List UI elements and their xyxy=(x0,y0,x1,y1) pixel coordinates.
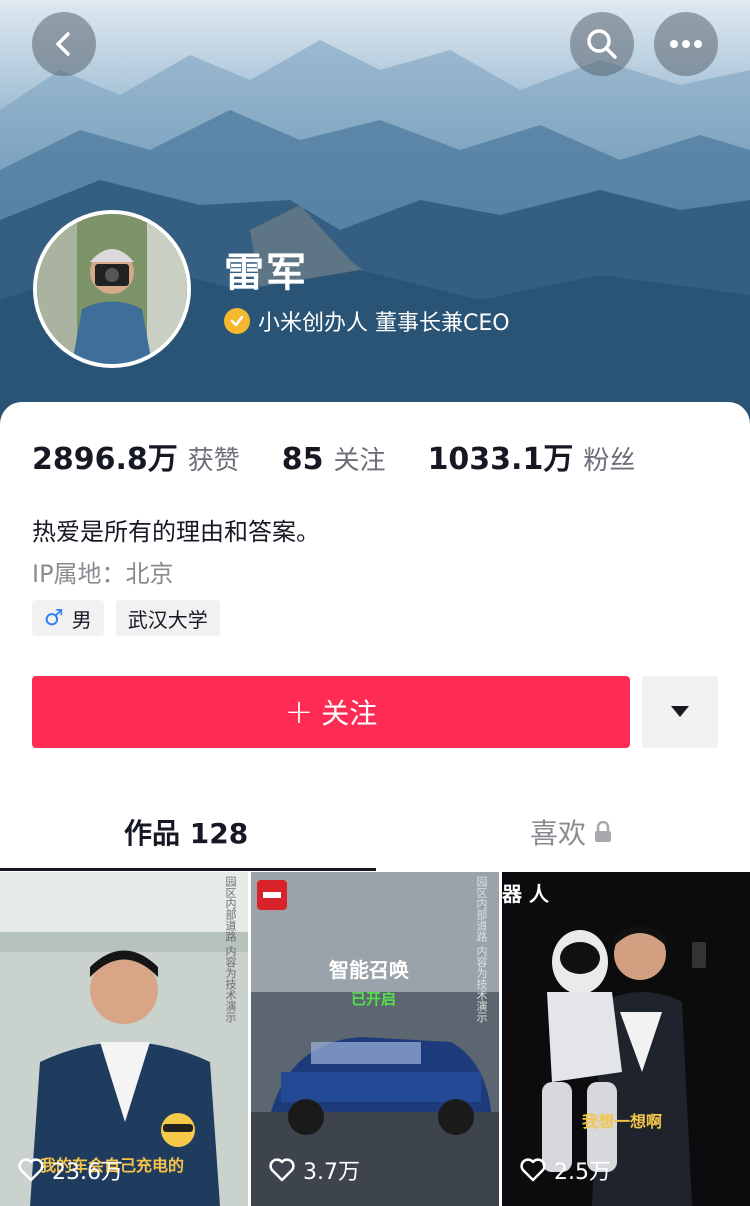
video-caption-top: 器 人 xyxy=(502,882,549,906)
stat-likes[interactable]: 2896.8万 获赞 xyxy=(32,434,240,478)
chevron-left-icon xyxy=(56,32,70,56)
ip-location: IP属地：北京 xyxy=(32,560,174,588)
more-dots-icon xyxy=(670,40,702,48)
video-side-text: 园区内部道路 内容为技术演示 xyxy=(475,876,488,1023)
avatar-photo xyxy=(37,214,187,364)
school-tag[interactable]: 武汉大学 xyxy=(115,600,220,636)
heart-icon xyxy=(18,1158,44,1182)
verified-check-icon xyxy=(224,308,250,334)
gender-label: 男 xyxy=(71,607,92,632)
content-tabs: 作品 128 喜欢 xyxy=(0,802,750,872)
stat-likes-value: 2896.8万 xyxy=(32,442,178,477)
profile-name: 雷军 xyxy=(224,250,308,296)
stat-following-value: 85 xyxy=(281,442,324,477)
profile-card: 2896.8万 获赞 85 关注 1033.1万 粉丝 热爱是所有的理由和答案。… xyxy=(0,402,750,1206)
video-thumbnail[interactable]: 器 人 我想一想啊 2.5万 xyxy=(502,872,750,1206)
avatar[interactable] xyxy=(33,210,191,368)
tab-works[interactable]: 作品 128 xyxy=(124,812,248,852)
school-label: 武汉大学 xyxy=(127,607,208,632)
caret-down-icon xyxy=(671,706,689,717)
stats-row: 2896.8万 获赞 85 关注 1033.1万 粉丝 xyxy=(32,434,677,478)
stat-following[interactable]: 85 关注 xyxy=(282,440,386,477)
video-likes: 23.6万 xyxy=(18,1154,123,1186)
plus-icon: + xyxy=(284,692,314,732)
video-likes-count: 23.6万 xyxy=(52,1160,123,1185)
video-thumbnail[interactable]: 智能召唤 已开启 园区内部道路 内容为技术演示 3.7万 xyxy=(251,872,499,1206)
follow-button[interactable]: + 关注 xyxy=(32,676,630,748)
video-likes-count: 3.7万 xyxy=(303,1160,360,1185)
stat-followers-label: 粉丝 xyxy=(583,446,636,476)
follow-label: 关注 xyxy=(321,697,378,730)
video-likes: 2.5万 xyxy=(520,1154,611,1186)
video-likes-count: 2.5万 xyxy=(554,1160,611,1185)
video-thumbnail[interactable]: 我的车会自己充电的 园区内部道路 内容为技术演示 23.6万 xyxy=(0,872,248,1206)
stat-following-label: 关注 xyxy=(333,446,386,476)
active-tab-indicator xyxy=(0,868,376,871)
tab-likes-label: 喜欢 xyxy=(530,817,587,850)
verified-row: 小米创办人 董事长兼CEO xyxy=(224,305,510,337)
video-side-text: 园区内部道路 内容为技术演示 xyxy=(224,876,237,1023)
lock-icon xyxy=(595,821,612,842)
heart-icon xyxy=(520,1158,546,1182)
video-caption-sub: 已开启 xyxy=(351,990,397,1008)
video-likes: 3.7万 xyxy=(269,1154,360,1186)
profile-tags: ♂ 男 武汉大学 xyxy=(32,600,232,636)
gender-tag: ♂ 男 xyxy=(32,600,104,636)
verified-title: 小米创办人 董事长兼CEO xyxy=(258,311,510,336)
search-icon xyxy=(587,29,617,59)
bio-text: 热爱是所有的理由和答案。 xyxy=(32,518,320,546)
back-button[interactable] xyxy=(32,12,96,76)
recommend-dropdown-button[interactable] xyxy=(642,676,718,748)
video-caption-top: 智能召唤 xyxy=(329,958,409,982)
search-button[interactable] xyxy=(570,12,634,76)
male-icon: ♂ xyxy=(44,605,64,631)
more-button[interactable] xyxy=(654,12,718,76)
tab-likes[interactable]: 喜欢 xyxy=(530,812,612,852)
stat-likes-label: 获赞 xyxy=(187,446,240,476)
stat-followers[interactable]: 1033.1万 粉丝 xyxy=(428,434,636,478)
video-grid: 我的车会自己充电的 园区内部道路 内容为技术演示 23.6万 智能召唤 已开启 … xyxy=(0,872,750,1206)
video-caption: 我想一想啊 xyxy=(582,1112,663,1131)
stat-followers-value: 1033.1万 xyxy=(427,442,574,477)
heart-icon xyxy=(269,1158,295,1182)
